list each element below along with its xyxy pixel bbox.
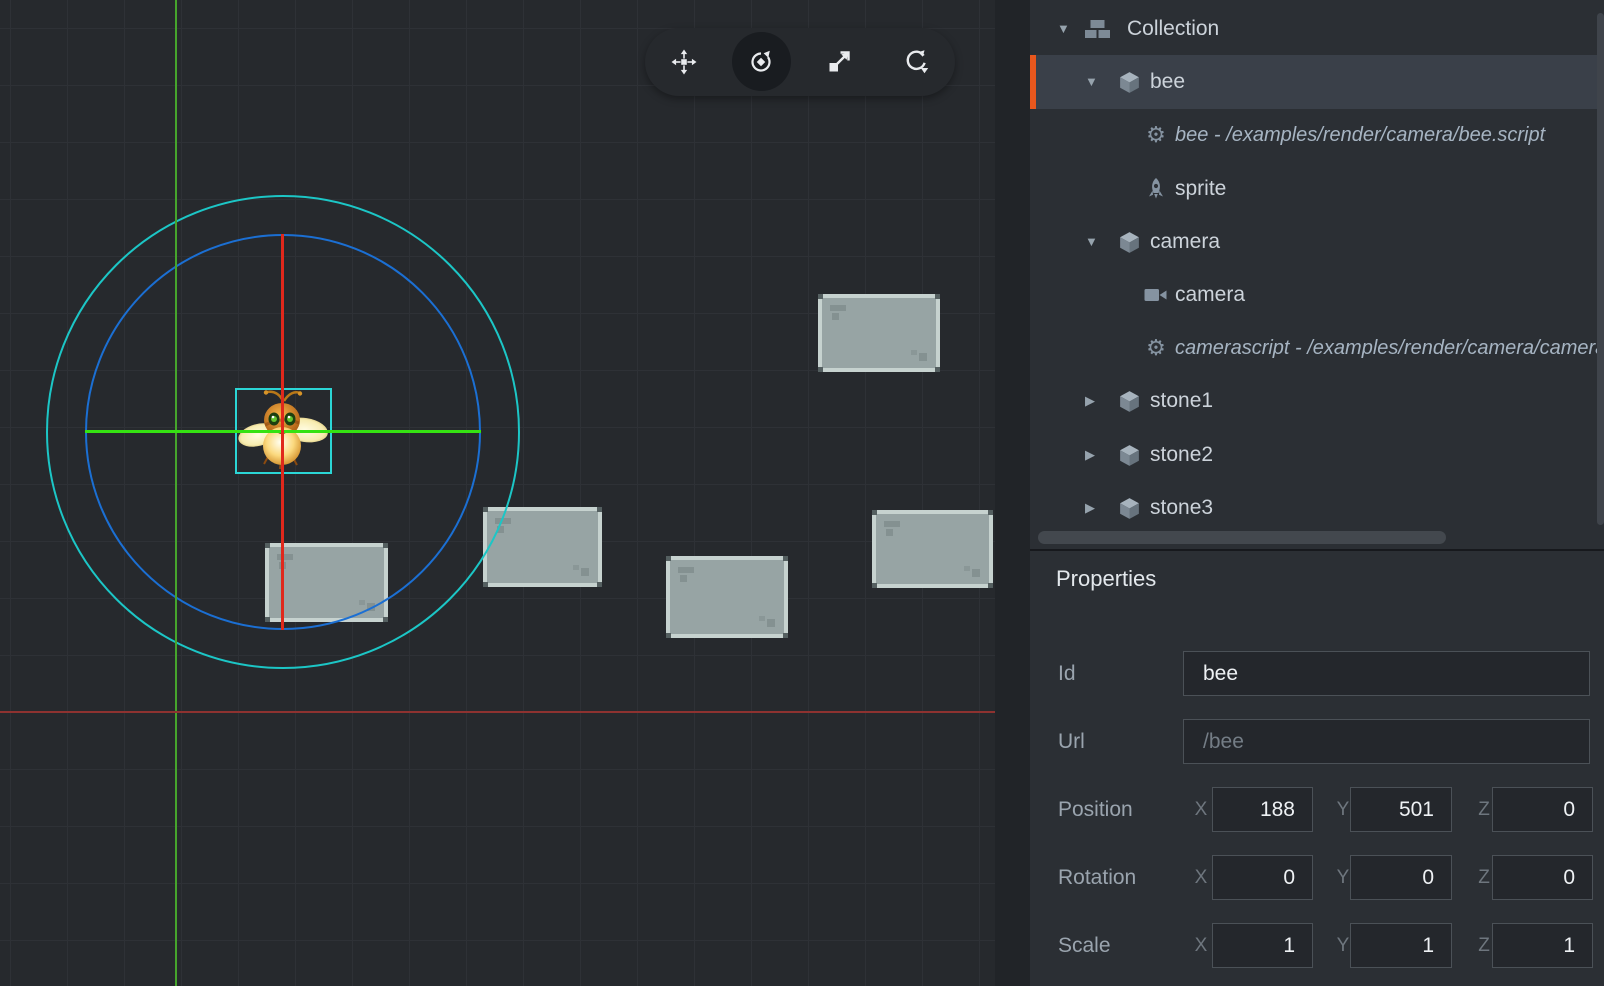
rotate-view-icon (903, 49, 929, 75)
outline-row-bee[interactable]: ▼ bee (1030, 55, 1604, 109)
panel-splitter[interactable] (995, 0, 1030, 986)
rotation-x-label: X (1190, 855, 1212, 900)
position-y-input[interactable] (1350, 787, 1452, 832)
rotation-y-input[interactable] (1350, 855, 1452, 900)
url-input[interactable] (1183, 719, 1590, 764)
scale-z-input[interactable] (1492, 923, 1593, 968)
rotation-field-label: Rotation (1058, 855, 1183, 900)
outline-row-Collection[interactable]: ▼ Collection (1030, 2, 1604, 56)
outline-row-stone3[interactable]: ▶ stone3 (1030, 481, 1604, 535)
outline-row-label: camera (1150, 215, 1220, 269)
outline-horizontal-scrollbar[interactable] (1038, 531, 1446, 544)
outline-row-camera[interactable]: camera (1030, 268, 1604, 322)
rotate-icon (748, 49, 774, 75)
move-tool-button[interactable] (645, 28, 723, 96)
rotation-x-input[interactable] (1212, 855, 1313, 900)
outline-row-label: stone3 (1150, 481, 1213, 535)
collapse-arrow-icon[interactable]: ▼ (1085, 215, 1098, 269)
rotate-tool-button[interactable] (723, 28, 801, 96)
rotation-z-input[interactable] (1492, 855, 1593, 900)
outline-row-label: camerascript - /examples/render/camera/c… (1175, 321, 1604, 375)
outline-vertical-scrollbar[interactable] (1597, 13, 1604, 525)
game-object-icon (1113, 481, 1145, 535)
outline-row-camerascript[interactable]: ⚙camerascript - /examples/render/camera/… (1030, 321, 1604, 375)
outline-row-label: bee - /examples/render/camera/bee.script (1175, 108, 1545, 162)
script-icon: ⚙ (1140, 108, 1172, 162)
game-object-icon (1113, 428, 1145, 482)
scale-icon (826, 49, 852, 75)
move-icon (671, 49, 697, 75)
rotate-view-tool-button[interactable] (878, 28, 956, 96)
scale-x-input[interactable] (1212, 923, 1313, 968)
properties-title: Properties (1056, 566, 1156, 592)
id-input[interactable] (1183, 651, 1590, 696)
url-field-label: Url (1058, 719, 1183, 764)
game-object-icon (1113, 374, 1145, 428)
scene-toolbar (645, 28, 955, 96)
outline-row-camera[interactable]: ▼ camera (1030, 215, 1604, 269)
outline-row-label: stone2 (1150, 428, 1213, 482)
sprite-icon (1140, 162, 1172, 216)
collection-icon (1081, 2, 1113, 56)
game-object-icon (1113, 215, 1145, 269)
scene-viewport[interactable] (0, 0, 995, 986)
outline-row-stone2[interactable]: ▶ stone2 (1030, 428, 1604, 482)
stone-sprite[interactable] (872, 510, 993, 588)
scale-x-label: X (1190, 923, 1212, 968)
outline-row-label: camera (1175, 268, 1245, 322)
collapse-arrow-icon[interactable]: ▼ (1085, 55, 1098, 109)
world-y-axis-line (175, 0, 177, 986)
scale-tool-button[interactable] (800, 28, 878, 96)
panel-divider (1030, 549, 1604, 551)
expand-arrow-icon[interactable]: ▶ (1085, 481, 1095, 535)
expand-arrow-icon[interactable]: ▶ (1085, 374, 1095, 428)
outline-row-sprite[interactable]: sprite (1030, 162, 1604, 216)
expand-arrow-icon[interactable]: ▶ (1085, 428, 1095, 482)
position-z-input[interactable] (1492, 787, 1593, 832)
position-x-label: X (1190, 787, 1212, 832)
script-icon: ⚙ (1140, 321, 1172, 375)
outline-row-label: stone1 (1150, 374, 1213, 428)
outline-row-label: Collection (1127, 2, 1219, 56)
right-panel: ▼Collection▼bee⚙bee - /examples/render/c… (1030, 0, 1604, 986)
outline-row-stone1[interactable]: ▶ stone1 (1030, 374, 1604, 428)
collapse-arrow-icon[interactable]: ▼ (1057, 2, 1070, 56)
gizmo-y-axis-handle[interactable] (281, 234, 284, 630)
scale-y-input[interactable] (1350, 923, 1452, 968)
outline-row-label: bee (1150, 55, 1185, 109)
scale-field-label: Scale (1058, 923, 1183, 968)
position-x-input[interactable] (1212, 787, 1313, 832)
outline-row-label: sprite (1175, 162, 1226, 216)
outline-row-bee[interactable]: ⚙bee - /examples/render/camera/bee.scrip… (1030, 108, 1604, 162)
camera-icon (1140, 268, 1172, 322)
editor-window: ▼Collection▼bee⚙bee - /examples/render/c… (0, 0, 1604, 986)
position-field-label: Position (1058, 787, 1183, 832)
id-field-label: Id (1058, 651, 1183, 696)
stone-sprite[interactable] (818, 294, 940, 372)
game-object-icon (1113, 55, 1145, 109)
world-x-axis-line (0, 711, 995, 713)
stone-sprite[interactable] (666, 556, 788, 638)
